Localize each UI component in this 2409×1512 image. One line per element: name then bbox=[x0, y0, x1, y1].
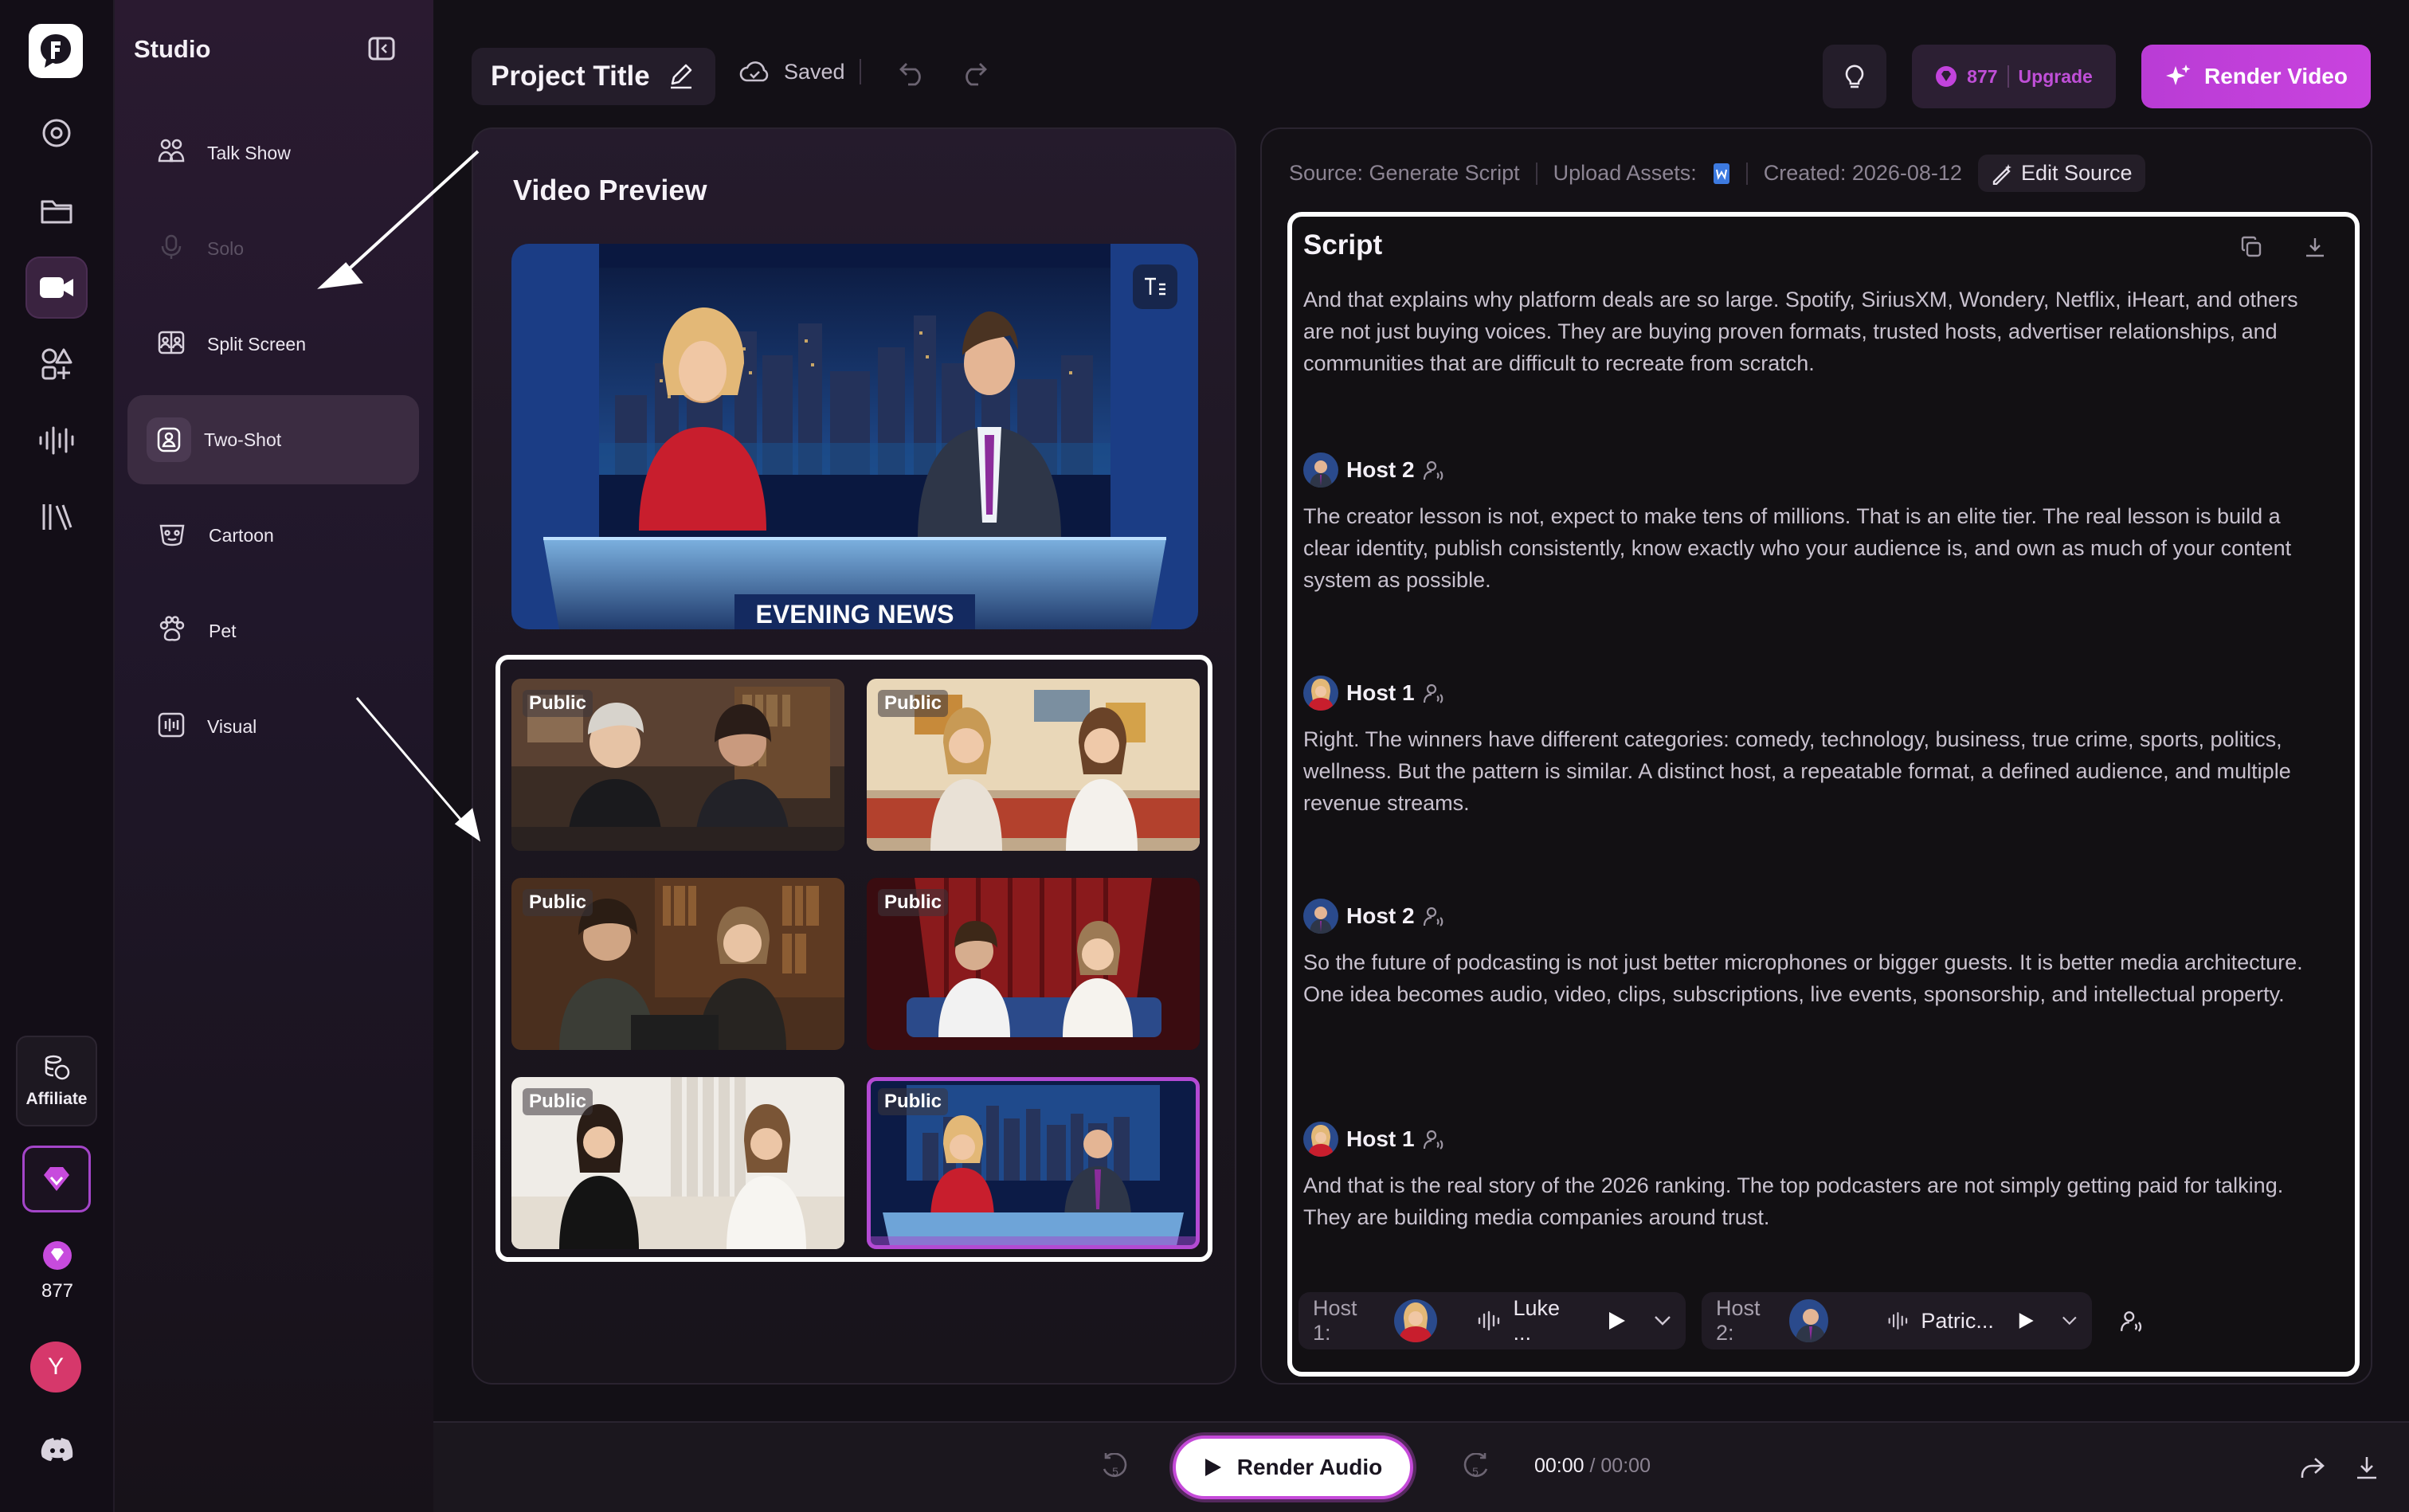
host-name: Host 1 bbox=[1346, 680, 1415, 705]
host-name: Host 1 bbox=[1346, 1126, 1415, 1151]
host-avatar bbox=[1303, 676, 1338, 711]
voice-name: Patric... bbox=[1921, 1308, 1994, 1333]
magic-pencil-icon bbox=[1992, 163, 2011, 185]
forward-5-icon[interactable]: 5 bbox=[1461, 1453, 1490, 1483]
rewind-5-icon[interactable]: 5 bbox=[1101, 1453, 1130, 1483]
download-icon[interactable] bbox=[2304, 236, 2326, 258]
divider bbox=[1535, 162, 1537, 185]
host-voice-label: Host 1: bbox=[1313, 1296, 1357, 1345]
waveform-icon bbox=[1478, 1310, 1499, 1331]
script-tools bbox=[2240, 236, 2326, 258]
source-label: Source: Generate Script bbox=[1289, 161, 1520, 185]
voice-user-icon[interactable] bbox=[1423, 682, 1445, 704]
host-avatar bbox=[1303, 899, 1338, 934]
manage-voices-button[interactable] bbox=[2108, 1292, 2156, 1349]
host-voice-label: Host 2: bbox=[1716, 1296, 1761, 1345]
host-label[interactable]: Host 1 bbox=[1303, 1122, 1445, 1157]
word-document-icon[interactable] bbox=[1713, 163, 1730, 185]
copy-icon[interactable] bbox=[2240, 236, 2262, 258]
player-bar: 5 Render Audio 5 00:00 / 00:00 bbox=[433, 1421, 2409, 1512]
voice-user-icon[interactable] bbox=[1423, 459, 1445, 481]
host-label[interactable]: Host 2 bbox=[1303, 452, 1445, 488]
script-paragraph: And that explains why platform deals are… bbox=[1303, 288, 2298, 375]
host-label[interactable]: Host 2 bbox=[1303, 899, 1445, 934]
host-name: Host 2 bbox=[1346, 457, 1415, 482]
voice-user-icon[interactable] bbox=[1423, 905, 1445, 927]
svg-text:5: 5 bbox=[1112, 1465, 1118, 1478]
script-editor[interactable]: Script And that explains why platform de… bbox=[1287, 212, 2360, 1377]
chevron-down-icon[interactable] bbox=[1654, 1315, 1671, 1326]
host-avatar bbox=[1393, 1299, 1437, 1342]
total-time: / 00:00 bbox=[1589, 1455, 1651, 1477]
waveform-icon bbox=[1888, 1312, 1907, 1330]
script-paragraph: The creator lesson is not, expect to mak… bbox=[1303, 504, 2292, 592]
current-time: 00:00 bbox=[1534, 1455, 1584, 1477]
play-icon bbox=[1204, 1459, 1221, 1476]
host-name: Host 2 bbox=[1346, 903, 1415, 928]
edit-source-label: Edit Source bbox=[2020, 161, 2133, 185]
script-paragraph: And that is the real story of the 2026 r… bbox=[1303, 1173, 2284, 1229]
chevron-down-icon[interactable] bbox=[2062, 1315, 2078, 1326]
host-avatar bbox=[1789, 1299, 1828, 1342]
edit-source-button[interactable]: Edit Source bbox=[1977, 155, 2145, 192]
script-panel: Source: Generate Script Upload Assets: C… bbox=[1260, 127, 2372, 1385]
svg-text:5: 5 bbox=[1472, 1465, 1479, 1478]
share-icon[interactable] bbox=[2299, 1456, 2326, 1480]
play-icon[interactable] bbox=[1608, 1310, 1627, 1331]
play-icon[interactable] bbox=[2018, 1310, 2035, 1331]
upload-assets-label: Upload Assets: bbox=[1553, 161, 1697, 185]
host-avatar bbox=[1303, 452, 1338, 488]
render-audio-button[interactable]: Render Audio bbox=[1173, 1436, 1413, 1499]
voice-user-icon[interactable] bbox=[1423, 1128, 1445, 1150]
script-title: Script bbox=[1303, 229, 1383, 260]
host-avatar bbox=[1303, 1122, 1338, 1157]
script-paragraph: Right. The winners have different catego… bbox=[1303, 727, 2291, 815]
render-audio-label: Render Audio bbox=[1236, 1455, 1383, 1479]
download-icon[interactable] bbox=[2355, 1455, 2379, 1480]
created-label: Created: 2026-08-12 bbox=[1763, 161, 1962, 185]
voice-user-icon bbox=[2120, 1311, 2142, 1332]
divider bbox=[1745, 162, 1748, 185]
voice-name: Luke ... bbox=[1513, 1296, 1561, 1345]
script-paragraph: So the future of podcasting is not just … bbox=[1303, 950, 2303, 1006]
host-label[interactable]: Host 1 bbox=[1303, 676, 1445, 711]
time-display: 00:00 / 00:00 bbox=[1534, 1455, 1651, 1478]
host1-voice-selector[interactable]: Host 1: Luke ... bbox=[1299, 1292, 1686, 1349]
host2-voice-selector[interactable]: Host 2: Patric... bbox=[1702, 1292, 2092, 1349]
script-meta: Source: Generate Script Upload Assets: C… bbox=[1289, 155, 2145, 192]
voice-selector-bar: Host 1: Luke ... Host 2: Patric... bbox=[1299, 1292, 2156, 1349]
